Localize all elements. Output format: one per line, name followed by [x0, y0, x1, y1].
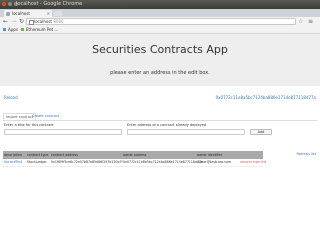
page-title: Securities Contracts App — [92, 43, 228, 56]
browser-menu-icon[interactable]: ≡ — [308, 18, 313, 25]
os-titlebar: × localhost - Google Chrome — [0, 0, 320, 9]
cell-owner-address: 0x0772c11e8a5bc7124ba886e1714e877118d77a — [123, 160, 203, 164]
minimize-window-icon[interactable] — [8, 2, 12, 6]
column-header-owner-identifier: owner identifier — [197, 153, 223, 157]
close-tab-icon[interactable]: × — [47, 10, 50, 17]
cell-contract-address: 0x1f6f9f5ce8c72e57b87a85d86f297b150b7f — [51, 160, 123, 164]
cell-contract-type: StockLedger — [27, 160, 47, 164]
cell-owner-identifier: owner@testcorp.com — [197, 160, 232, 164]
table-header: description contract type contract addre… — [3, 151, 263, 159]
page-favicon-icon — [6, 11, 10, 16]
url-host: localhost — [34, 19, 52, 24]
address-bar[interactable]: localhost:8080 — [26, 18, 296, 25]
page-info-icon[interactable] — [29, 20, 34, 25]
bookmark-apps-label: Apps — [8, 27, 18, 32]
refresh-list-link[interactable]: Refresh list — [297, 152, 316, 156]
page-content: Securities Contracts App please enter an… — [0, 34, 320, 240]
reload-link[interactable]: Reload — [4, 95, 18, 100]
forward-arrow-icon[interactable]: → — [11, 18, 16, 25]
bookmarks-bar: Apps Ethereum Pet ... — [0, 26, 320, 34]
add-button[interactable]: Add — [250, 129, 272, 135]
app-header: Securities Contracts App please enter an… — [0, 34, 320, 86]
apps-grid-icon — [3, 28, 6, 31]
table-row: SecondTest StockLedger 0x1f6f9f5ce8c72e5… — [3, 159, 266, 167]
browser-tab-title: localhost — [12, 11, 30, 16]
column-header-contract-address: contract address — [51, 153, 78, 157]
tab-strip: localhost × — [0, 9, 320, 17]
column-header-contract-type: contract type — [27, 153, 49, 157]
column-header-description: description — [4, 153, 22, 157]
bookmark-favicon-icon — [21, 28, 24, 31]
remove-from-list-link[interactable]: remove from list — [240, 159, 266, 166]
account-address-link[interactable]: 0x0772c11e8a5bc7124ba886e1714e877118d77a — [216, 95, 316, 100]
browser-tab[interactable]: localhost × — [4, 10, 52, 17]
address-field-label: Enter address of a contract already depl… — [127, 123, 207, 127]
new-tab-button[interactable] — [54, 11, 62, 16]
contract-tabs: Import contract Create contract — [3, 113, 317, 121]
cell-description[interactable]: SecondTest — [4, 159, 22, 166]
contract-address-input[interactable] — [127, 129, 245, 135]
bookmark-apps[interactable]: Apps — [3, 26, 18, 33]
page-subtitle: please enter an address in the edit box. — [110, 70, 210, 76]
browser-toolbar: ← → ↻ localhost:8080 ☆ ≡ — [0, 17, 320, 26]
column-header-owner-address: owner address — [123, 153, 147, 157]
tab-create-contract[interactable]: Create contract — [30, 113, 61, 120]
close-window-icon[interactable]: × — [2, 2, 6, 6]
contract-title-input[interactable] — [4, 129, 122, 135]
browser-window: × localhost - Google Chrome localhost × … — [0, 0, 320, 240]
url-port: :8080 — [51, 19, 64, 24]
title-field-label: Enter a title for this contract — [4, 123, 54, 127]
window-title: localhost - Google Chrome — [16, 1, 83, 7]
bookmark-ethereum-pet-label: Ethereum Pet ... — [26, 27, 59, 32]
bookmark-ethereum-pet[interactable]: Ethereum Pet ... — [21, 26, 58, 33]
reload-icon[interactable]: ↻ — [19, 18, 24, 25]
back-arrow-icon[interactable]: ← — [3, 18, 8, 25]
bookmark-star-icon[interactable]: ☆ — [298, 18, 303, 25]
